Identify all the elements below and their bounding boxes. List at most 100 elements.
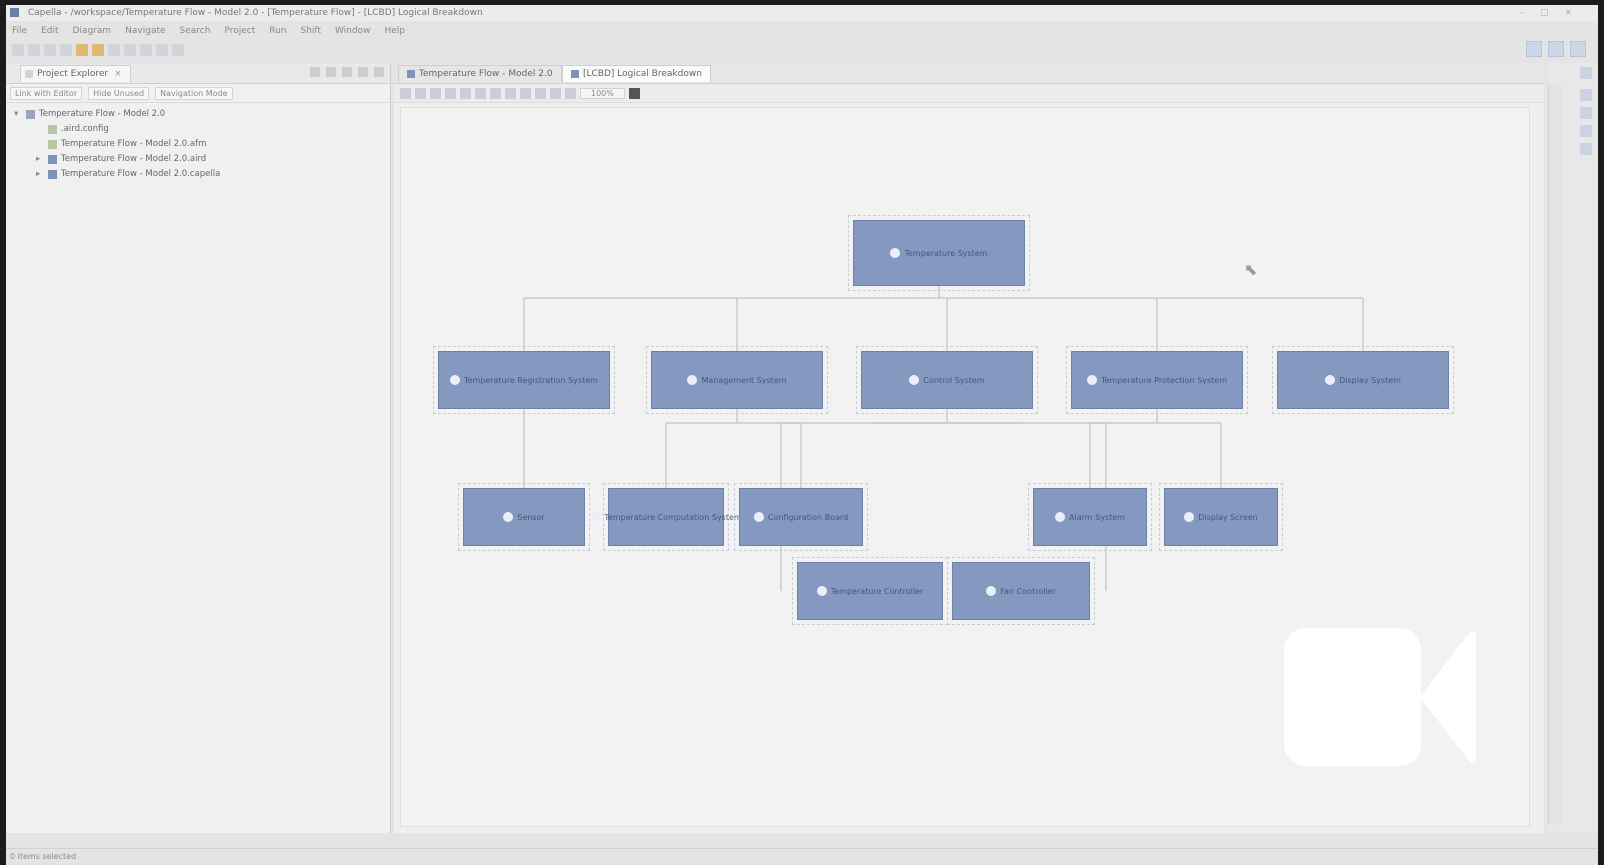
filter-icon[interactable]	[535, 87, 546, 99]
zoom-out-icon[interactable]	[565, 87, 576, 99]
tab-logical-breakdown[interactable]: [LCBD] Logical Breakdown	[562, 65, 711, 82]
tab-model[interactable]: Temperature Flow - Model 2.0	[398, 65, 562, 82]
block-label: Display Screen	[1198, 512, 1258, 522]
logical-component-icon	[909, 375, 920, 385]
maximize-icon[interactable]	[374, 67, 384, 77]
font-icon[interactable]	[415, 87, 426, 99]
bold-icon[interactable]	[430, 87, 441, 99]
camera-icon[interactable]	[628, 87, 640, 99]
expand-toggle-icon[interactable]: ▸	[36, 152, 44, 167]
diagram-block-b4[interactable]: Temperature Protection System	[1066, 346, 1248, 414]
status-bar: 0 items selected	[6, 848, 1598, 865]
information-icon[interactable]	[1580, 143, 1592, 155]
tree-item[interactable]: ▸ Temperature Flow - Model 2.0.capella	[6, 167, 390, 182]
forward-icon[interactable]	[172, 44, 184, 56]
diagram-block-b5[interactable]: Display System	[1272, 346, 1454, 414]
app-icon	[10, 8, 19, 17]
tree-item-label: Temperature Flow - Model 2.0.capella	[61, 169, 221, 179]
capella-perspective-icon[interactable]	[1548, 41, 1564, 57]
tree-item[interactable]: ▾ Temperature Flow - Model 2.0	[6, 107, 390, 122]
collapse-all-icon[interactable]	[310, 67, 320, 77]
expand-toggle-icon[interactable]: ▾	[14, 107, 22, 122]
line-style-icon[interactable]	[475, 87, 486, 99]
save-icon[interactable]	[28, 44, 40, 56]
explorer-nav-item[interactable]: Navigation Mode	[155, 86, 233, 100]
layer-icon[interactable]	[520, 87, 531, 99]
block-label: Temperature Controller	[830, 586, 924, 596]
view-menu-icon[interactable]	[342, 67, 352, 77]
menu-item-search[interactable]: Search	[180, 23, 211, 39]
save-all-icon[interactable]	[44, 44, 56, 56]
explorer-nav-item[interactable]: Hide Unused	[88, 86, 150, 100]
resource-perspective-icon[interactable]	[1570, 41, 1586, 57]
diagram-block-root[interactable]: Temperature System	[848, 215, 1030, 291]
diagram-block-b1[interactable]: Temperature Registration System	[433, 346, 615, 414]
block-label: Alarm System	[1069, 512, 1125, 522]
diag-icon	[48, 155, 57, 164]
diagram-block-c5[interactable]: Display Screen	[1159, 483, 1283, 551]
problems-icon[interactable]	[1580, 125, 1592, 137]
explorer-nav-item[interactable]: Link with Editor	[10, 86, 83, 100]
main-toolbar	[6, 41, 1598, 59]
link-editor-icon[interactable]	[326, 67, 336, 77]
expand-toggle-icon[interactable]: ▸	[36, 167, 44, 182]
capella-tool-icon[interactable]	[76, 44, 88, 56]
tree-item-label: .aird.config	[61, 124, 109, 134]
tree-item[interactable]: ▸ Temperature Flow - Model 2.0.aird	[6, 152, 390, 167]
package-icon[interactable]	[92, 44, 104, 56]
menu-item-file[interactable]: File	[12, 23, 27, 39]
line-color-icon[interactable]	[460, 87, 471, 99]
menu-item-shift[interactable]: Shift	[301, 23, 321, 39]
menu-item-diagram[interactable]: Diagram	[73, 23, 112, 39]
logical-component-icon	[1086, 375, 1097, 385]
menu-item-help[interactable]: Help	[384, 23, 405, 39]
menu-item-edit[interactable]: Edit	[41, 23, 58, 39]
search-icon[interactable]	[140, 44, 152, 56]
select-all-icon[interactable]	[400, 87, 411, 99]
diagram-block-b3[interactable]: Control System	[856, 346, 1038, 414]
print-icon[interactable]	[60, 44, 72, 56]
menu-bar: File Edit Diagram Navigate Search Project Run S…	[6, 23, 1598, 39]
minimize-icon[interactable]	[358, 67, 368, 77]
palette-icon[interactable]	[1580, 107, 1592, 119]
diagram-block-c2[interactable]: Temperature Computation System	[590, 483, 742, 551]
align-icon[interactable]	[505, 87, 516, 99]
tree-item[interactable]: .aird.config	[6, 122, 390, 137]
diagram-block-c3[interactable]: Configuration Board	[734, 483, 868, 551]
open-perspective-icon[interactable]	[1526, 41, 1542, 57]
menu-item-navigate[interactable]: Navigate	[125, 23, 165, 39]
vertical-scrollbar[interactable]	[1548, 85, 1563, 825]
new-icon[interactable]	[12, 44, 24, 56]
project-tree: ▾ Temperature Flow - Model 2.0 .aird.confi…	[6, 103, 390, 182]
project-explorer-panel: Project Explorer × Link with Editor Hide …	[6, 63, 391, 833]
back-icon[interactable]	[156, 44, 168, 56]
diag-icon	[48, 170, 57, 179]
diagram-block-c1[interactable]: Sensor	[458, 483, 590, 551]
zoom-in-icon[interactable]	[550, 87, 561, 99]
logical-component-icon	[986, 586, 997, 596]
properties-icon[interactable]	[1580, 89, 1592, 101]
logical-component-icon	[1055, 512, 1066, 522]
tab-logical-breakdown-label: [LCBD] Logical Breakdown	[583, 69, 702, 79]
file-icon	[48, 140, 57, 149]
tab-project-explorer[interactable]: Project Explorer ×	[20, 65, 131, 82]
project-icon	[26, 110, 35, 119]
window-controls[interactable]: –□×	[1519, 5, 1588, 21]
block-label: Temperature System	[904, 248, 988, 258]
diagram-block-b2[interactable]: Management System	[646, 346, 828, 414]
diagram-block-d2[interactable]: Fan Controller	[947, 557, 1095, 625]
menu-item-project[interactable]: Project	[224, 23, 255, 39]
outline-icon[interactable]	[1580, 67, 1592, 79]
menu-item-run[interactable]: Run	[269, 23, 286, 39]
diagram-block-d1[interactable]: Temperature Controller	[792, 557, 948, 625]
menu-item-window[interactable]: Window	[335, 23, 371, 39]
fill-color-icon[interactable]	[445, 87, 456, 99]
undo-icon[interactable]	[108, 44, 120, 56]
redo-icon[interactable]	[124, 44, 136, 56]
diagram-block-c4[interactable]: Alarm System	[1028, 483, 1152, 551]
logical-component-icon	[450, 375, 461, 385]
close-icon[interactable]: ×	[114, 69, 122, 79]
zoom-field[interactable]: 100%	[580, 87, 625, 99]
tree-item[interactable]: Temperature Flow - Model 2.0.afm	[6, 137, 390, 152]
arrange-icon[interactable]	[490, 87, 501, 99]
